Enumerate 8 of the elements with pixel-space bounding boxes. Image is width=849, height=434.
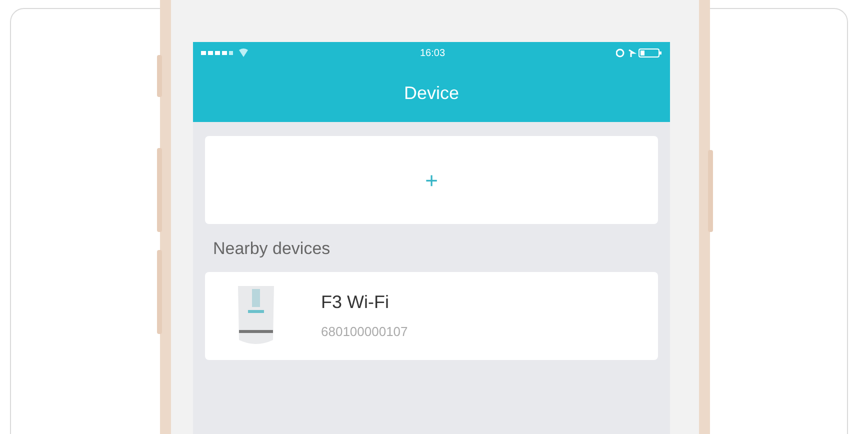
- device-name: F3 Wi-Fi: [321, 291, 390, 314]
- device-serial: 680100000107: [321, 323, 408, 342]
- signal-wifi-icon: [201, 48, 249, 58]
- status-time: 16:03: [420, 46, 446, 60]
- section-heading: Nearby devices: [213, 238, 332, 260]
- device-card[interactable]: F3 Wi-Fi 680100000107: [205, 272, 658, 360]
- status-icons: [616, 48, 662, 58]
- screen-title: Device: [404, 82, 460, 104]
